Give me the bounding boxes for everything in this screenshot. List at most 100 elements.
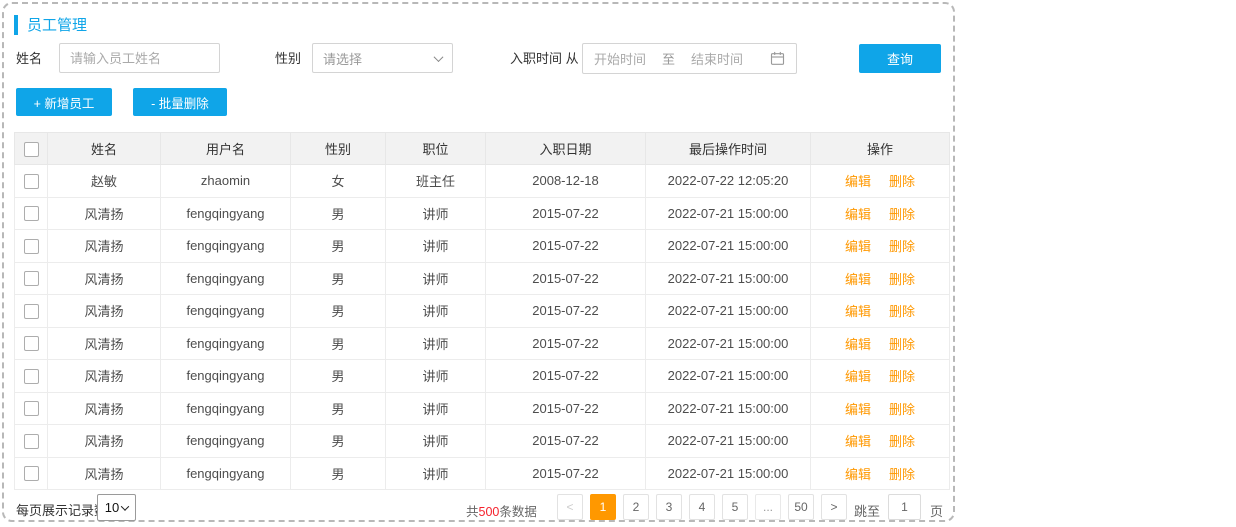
cell-last-op: 2022-07-21 15:00:00 bbox=[646, 262, 811, 295]
page-button-50[interactable]: 50 bbox=[788, 494, 814, 520]
row-checkbox[interactable] bbox=[24, 434, 39, 449]
row-checkbox[interactable] bbox=[24, 466, 39, 481]
page-button-5[interactable]: 5 bbox=[722, 494, 748, 520]
cell-last-op: 2022-07-21 15:00:00 bbox=[646, 295, 811, 328]
search-button[interactable]: 查询 bbox=[859, 44, 941, 73]
delete-link[interactable]: 删除 bbox=[889, 207, 915, 222]
edit-link[interactable]: 编辑 bbox=[845, 337, 871, 352]
cell-actions: 编辑 删除 bbox=[811, 262, 950, 295]
name-input[interactable] bbox=[59, 43, 220, 73]
column-header-gender: 性别 bbox=[291, 133, 386, 165]
delete-link[interactable]: 删除 bbox=[889, 239, 915, 254]
cell-last-op: 2022-07-21 15:00:00 bbox=[646, 425, 811, 458]
delete-link[interactable]: 删除 bbox=[889, 272, 915, 287]
edit-link[interactable]: 编辑 bbox=[845, 207, 871, 222]
edit-link[interactable]: 编辑 bbox=[845, 369, 871, 384]
row-checkbox[interactable] bbox=[24, 336, 39, 351]
cell-position: 讲师 bbox=[386, 262, 486, 295]
row-checkbox[interactable] bbox=[24, 174, 39, 189]
row-checkbox[interactable] bbox=[24, 304, 39, 319]
cell-last-op: 2022-07-21 15:00:00 bbox=[646, 230, 811, 263]
page-button-1[interactable]: 1 bbox=[590, 494, 616, 520]
cell-gender: 男 bbox=[291, 295, 386, 328]
add-employee-button[interactable]: + 新增员工 bbox=[16, 88, 112, 116]
gender-select-value: 请选择 bbox=[323, 49, 362, 68]
page-size-select[interactable]: 10 bbox=[97, 494, 136, 521]
edit-link[interactable]: 编辑 bbox=[845, 434, 871, 449]
cell-username: fengqingyang bbox=[161, 230, 291, 263]
cell-position: 讲师 bbox=[386, 327, 486, 360]
total-suffix: 条数据 bbox=[499, 505, 537, 519]
select-all-checkbox[interactable] bbox=[24, 142, 39, 157]
delete-link[interactable]: 删除 bbox=[889, 337, 915, 352]
row-checkbox[interactable] bbox=[24, 369, 39, 384]
row-checkbox[interactable] bbox=[24, 239, 39, 254]
page-button-4[interactable]: 4 bbox=[689, 494, 715, 520]
edit-link[interactable]: 编辑 bbox=[845, 304, 871, 319]
cell-position: 讲师 bbox=[386, 295, 486, 328]
jump-page-input[interactable] bbox=[888, 494, 921, 520]
cell-actions: 编辑 删除 bbox=[811, 165, 950, 198]
employee-management-panel: 员工管理 姓名 性别 请选择 入职时间 从 开始时间 至 结束时间 查询 + 新… bbox=[2, 2, 955, 522]
hire-date-range-picker[interactable]: 开始时间 至 结束时间 bbox=[582, 43, 797, 74]
table-row: 风清扬fengqingyang男讲师2015-07-222022-07-21 1… bbox=[15, 360, 950, 393]
edit-link[interactable]: 编辑 bbox=[845, 272, 871, 287]
cell-name: 风清扬 bbox=[48, 457, 161, 490]
page-ellipsis[interactable]: ... bbox=[755, 494, 781, 520]
cell-last-op: 2022-07-21 15:00:00 bbox=[646, 327, 811, 360]
cell-gender: 男 bbox=[291, 457, 386, 490]
per-page-label: 每页展示记录数 bbox=[16, 500, 107, 519]
cell-hire-date: 2015-07-22 bbox=[486, 457, 646, 490]
cell-username: fengqingyang bbox=[161, 360, 291, 393]
edit-link[interactable]: 编辑 bbox=[845, 402, 871, 417]
cell-hire-date: 2015-07-22 bbox=[486, 327, 646, 360]
cell-hire-date: 2015-07-22 bbox=[486, 230, 646, 263]
table-row: 赵敏zhaomin女班主任2008-12-182022-07-22 12:05:… bbox=[15, 165, 950, 198]
cell-gender: 男 bbox=[291, 230, 386, 263]
batch-delete-button[interactable]: - 批量删除 bbox=[133, 88, 227, 116]
cell-username: fengqingyang bbox=[161, 425, 291, 458]
delete-link[interactable]: 删除 bbox=[889, 174, 915, 189]
cell-position: 讲师 bbox=[386, 230, 486, 263]
cell-username: fengqingyang bbox=[161, 197, 291, 230]
name-label: 姓名 bbox=[16, 44, 42, 74]
cell-hire-date: 2015-07-22 bbox=[486, 360, 646, 393]
gender-select[interactable]: 请选择 bbox=[312, 43, 453, 73]
delete-link[interactable]: 删除 bbox=[889, 434, 915, 449]
employee-table: 姓名 用户名 性别 职位 入职日期 最后操作时间 操作 赵敏zhaomin女班主… bbox=[14, 132, 950, 490]
edit-link[interactable]: 编辑 bbox=[845, 174, 871, 189]
edit-link[interactable]: 编辑 bbox=[845, 239, 871, 254]
cell-gender: 男 bbox=[291, 197, 386, 230]
row-checkbox[interactable] bbox=[24, 206, 39, 221]
page-button-2[interactable]: 2 bbox=[623, 494, 649, 520]
cell-gender: 男 bbox=[291, 360, 386, 393]
calendar-icon bbox=[770, 51, 785, 66]
cell-hire-date: 2008-12-18 bbox=[486, 165, 646, 198]
page-button-3[interactable]: 3 bbox=[656, 494, 682, 520]
cell-username: fengqingyang bbox=[161, 392, 291, 425]
delete-link[interactable]: 删除 bbox=[889, 304, 915, 319]
cell-hire-date: 2015-07-22 bbox=[486, 262, 646, 295]
cell-actions: 编辑 删除 bbox=[811, 425, 950, 458]
total-records-text: 共500条数据 bbox=[466, 501, 537, 520]
cell-actions: 编辑 删除 bbox=[811, 360, 950, 393]
cell-name: 风清扬 bbox=[48, 327, 161, 360]
column-header-actions: 操作 bbox=[811, 133, 950, 165]
next-page-button[interactable]: > bbox=[821, 494, 847, 520]
cell-hire-date: 2015-07-22 bbox=[486, 392, 646, 425]
cell-position: 讲师 bbox=[386, 425, 486, 458]
delete-link[interactable]: 删除 bbox=[889, 369, 915, 384]
cell-last-op: 2022-07-21 15:00:00 bbox=[646, 392, 811, 425]
delete-link[interactable]: 删除 bbox=[889, 467, 915, 482]
row-checkbox[interactable] bbox=[24, 401, 39, 416]
cell-name: 风清扬 bbox=[48, 295, 161, 328]
cell-gender: 男 bbox=[291, 327, 386, 360]
cell-name: 风清扬 bbox=[48, 230, 161, 263]
table-row: 风清扬fengqingyang男讲师2015-07-222022-07-21 1… bbox=[15, 327, 950, 360]
edit-link[interactable]: 编辑 bbox=[845, 467, 871, 482]
row-checkbox[interactable] bbox=[24, 271, 39, 286]
delete-link[interactable]: 删除 bbox=[889, 402, 915, 417]
cell-name: 风清扬 bbox=[48, 262, 161, 295]
prev-page-button[interactable]: < bbox=[557, 494, 583, 520]
total-count: 500 bbox=[479, 505, 500, 519]
